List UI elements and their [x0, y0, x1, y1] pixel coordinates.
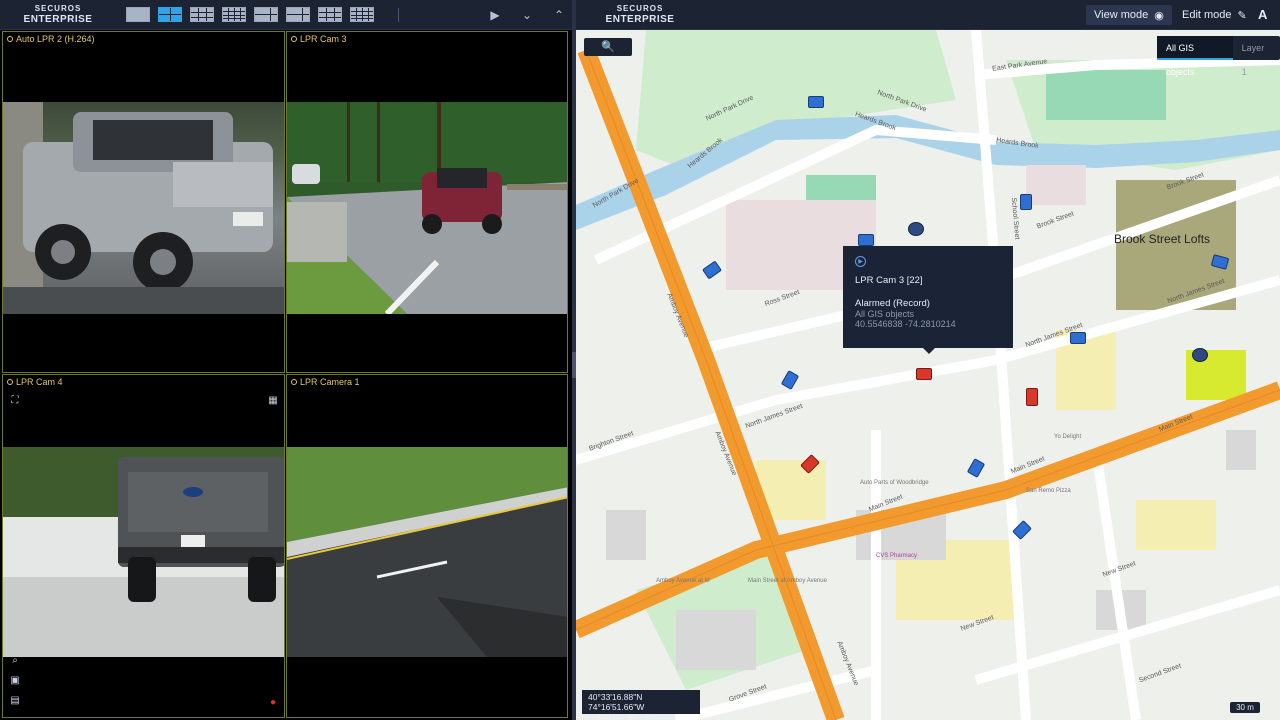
tab-all-gis-objects[interactable]: All GIS objects [1157, 36, 1233, 77]
video-frame [3, 102, 284, 314]
map-panel: SECUROS ENTERPRISE View mode ◉ Edit mode… [576, 0, 1280, 720]
layout-4x4-icon[interactable] [222, 7, 246, 22]
securos-logo: SECUROS ENTERPRISE [605, 4, 675, 25]
video-tile-lpr-camera-1[interactable]: LPR Camera 1 [286, 374, 568, 718]
poi-label: Auto Parts of Woodbridge [860, 480, 929, 486]
poi-label: Amboy Avenue at M [656, 578, 710, 584]
video-tile-auto-lpr-2[interactable]: Auto LPR 2 (H.264) [2, 31, 285, 373]
dome-camera-icon[interactable] [908, 222, 924, 236]
video-tile-lpr-cam-3[interactable]: LPR Cam 3 [286, 31, 568, 373]
layout-1x1-icon[interactable] [126, 7, 150, 22]
tile-title: LPR Cam 3 [291, 34, 347, 44]
play-icon[interactable]: ▶ [855, 256, 866, 267]
camera-marker-alarm-icon[interactable] [916, 368, 932, 380]
record-icon[interactable]: ● [267, 697, 279, 709]
camera-marker-alarm-icon[interactable] [1026, 388, 1038, 406]
truck-silver-image [3, 102, 284, 314]
video-frame [287, 102, 567, 314]
view-mode-button[interactable]: View mode ◉ [1086, 5, 1172, 25]
camera-status-icon [291, 36, 297, 42]
poi-label: Yo Delight [1054, 434, 1082, 440]
app-window: SECUROS ENTERPRISE ▶ ⌄ ⌃ Auto LPR 2 (H.2… [0, 0, 1280, 720]
popup-coords: 40.5546838 -74.2810214 [855, 319, 956, 329]
camera-status-icon [291, 379, 297, 385]
camera-status-icon [7, 36, 13, 42]
video-frame [3, 447, 284, 657]
layout-3x3-icon[interactable] [190, 7, 214, 22]
edit-mode-button[interactable]: Edit mode ✎ [1174, 5, 1255, 25]
video-tile-lpr-cam-4[interactable]: LPR Cam 4 ⛶ ▦ ⌕ ▣ ▤ ● [2, 374, 285, 718]
language-icon[interactable]: A [1258, 7, 1267, 22]
layout-1plus7-icon[interactable] [318, 7, 342, 22]
layout-selector [126, 7, 374, 23]
video-panel: SECUROS ENTERPRISE ▶ ⌄ ⌃ Auto LPR 2 (H.2… [0, 0, 572, 720]
securos-logo: SECUROS ENTERPRISE [23, 4, 93, 25]
chevron-up-icon[interactable]: ⌃ [550, 6, 568, 24]
map-toolbar: SECUROS ENTERPRISE View mode ◉ Edit mode… [576, 0, 1280, 30]
dome-camera-icon[interactable] [1192, 348, 1208, 362]
layer-tabs: All GIS objects Layer 1 [1157, 36, 1280, 77]
popup-title: LPR Cam 3 [22] [855, 275, 923, 286]
toolbar-divider [398, 8, 399, 22]
search-icon[interactable]: ⌕ [9, 655, 21, 667]
poi-label: San Remo Pizza [1026, 488, 1071, 494]
bookmark-icon[interactable]: ▤ [9, 695, 21, 707]
camera-marker-blue-icon[interactable] [858, 234, 874, 246]
chevron-down-icon[interactable]: ⌄ [518, 6, 536, 24]
layout-1plus3-icon[interactable] [254, 7, 278, 22]
tile-title: Auto LPR 2 (H.264) [7, 34, 95, 44]
road-red-car-image [287, 102, 567, 314]
place-label: Brook Street Lofts [1114, 232, 1211, 246]
poi-label: Main Street at Amboy Avenue [748, 578, 827, 584]
camera-marker-blue-icon[interactable] [808, 96, 824, 108]
tile-title: LPR Cam 4 [7, 377, 63, 387]
poi-label: CVS Pharmacy [876, 553, 918, 559]
tab-layer-1[interactable]: Layer 1 [1233, 36, 1280, 77]
video-toolbar: SECUROS ENTERPRISE ▶ ⌄ ⌃ [0, 0, 572, 30]
layout-2x2-icon[interactable] [158, 7, 182, 22]
camera-status-icon [7, 379, 13, 385]
wrench-icon: ✎ [1237, 9, 1247, 22]
filmstrip-icon[interactable]: ▦ [267, 395, 279, 407]
popup-status: Alarmed (Record) [855, 298, 930, 309]
play-icon[interactable]: ▶ [486, 6, 504, 24]
cursor-coordinates: 40°33'16.88"N 74°16'51.66"W 40.554688, -… [582, 690, 700, 720]
map-search-button[interactable]: 🔍 [584, 38, 632, 56]
eye-icon: ◉ [1154, 9, 1164, 22]
tile-title: LPR Camera 1 [291, 377, 360, 387]
gis-map[interactable]: North Park Drive North Park Drive North … [576, 30, 1280, 720]
camera-marker-blue-icon[interactable] [1020, 194, 1032, 210]
video-frame [287, 447, 567, 657]
camera-marker-blue-icon[interactable] [1070, 332, 1086, 344]
popup-layer: All GIS objects [855, 309, 915, 319]
snapshot-icon[interactable]: ▣ [9, 675, 21, 687]
road-empty-image [287, 447, 567, 657]
layout-grid-dense-icon[interactable] [350, 7, 374, 22]
layout-1plus5-icon[interactable] [286, 7, 310, 22]
map-scale: 30 m [1230, 702, 1260, 713]
camera-info-popup[interactable]: ▶ LPR Cam 3 [22] Alarmed (Record) All GI… [843, 246, 1013, 354]
truck-gray-rear-image [3, 447, 284, 657]
fullscreen-icon[interactable]: ⛶ [9, 395, 21, 407]
